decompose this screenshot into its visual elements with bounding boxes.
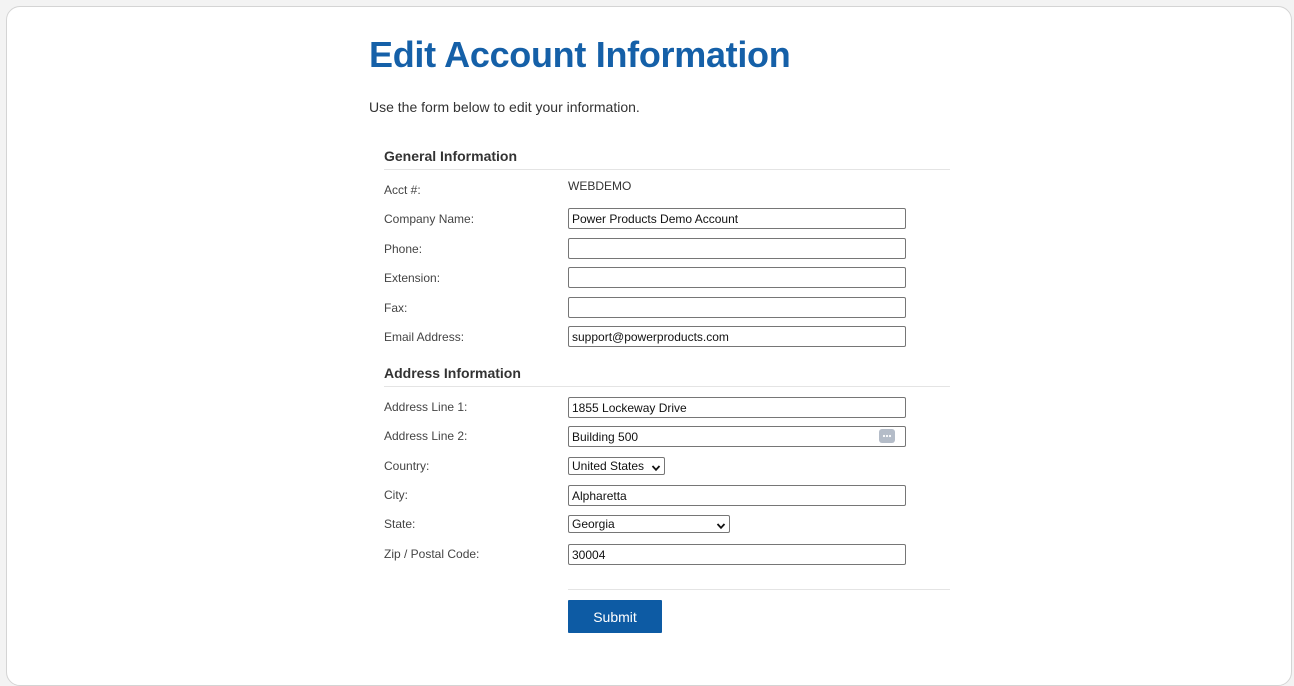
city-input[interactable]	[568, 485, 906, 506]
country-select[interactable]: United States	[568, 457, 665, 475]
phone-input[interactable]	[568, 238, 906, 259]
fax-input[interactable]	[568, 297, 906, 318]
state-label: State:	[384, 517, 416, 531]
company-name-input[interactable]	[568, 208, 906, 229]
acct-label: Acct #:	[384, 183, 421, 197]
chevron-down-icon	[651, 461, 661, 472]
phone-label: Phone:	[384, 242, 423, 256]
email-address-label: Email Address:	[384, 330, 465, 344]
address-line-1-label: Address Line 1:	[384, 400, 468, 414]
acct-value: WEBDEMO	[568, 179, 632, 193]
form-divider	[568, 589, 950, 590]
general-information-heading: General Information	[384, 147, 950, 170]
address-line-2-input[interactable]	[568, 426, 906, 447]
email-address-input[interactable]	[568, 326, 906, 347]
address-line-2-label: Address Line 2:	[384, 429, 468, 443]
zip-postal-code-input[interactable]	[568, 544, 906, 565]
state-selected-value: Georgia	[572, 517, 615, 531]
address-line-1-input[interactable]	[568, 397, 906, 418]
page-title: Edit Account Information	[369, 34, 791, 75]
autofill-icon[interactable]	[879, 429, 895, 443]
country-selected-value: United States	[572, 459, 645, 473]
fax-label: Fax:	[384, 301, 408, 315]
zip-postal-code-label: Zip / Postal Code:	[384, 547, 480, 561]
company-name-label: Company Name:	[384, 212, 475, 226]
extension-label: Extension:	[384, 271, 441, 285]
submit-button[interactable]: Submit	[568, 600, 662, 633]
page-intro: Use the form below to edit your informat…	[369, 99, 640, 115]
state-select[interactable]: Georgia	[568, 515, 730, 533]
extension-input[interactable]	[568, 267, 906, 288]
country-label: Country:	[384, 459, 430, 473]
city-label: City:	[384, 488, 408, 502]
address-information-heading: Address Information	[384, 364, 950, 387]
chevron-down-icon	[716, 519, 726, 530]
